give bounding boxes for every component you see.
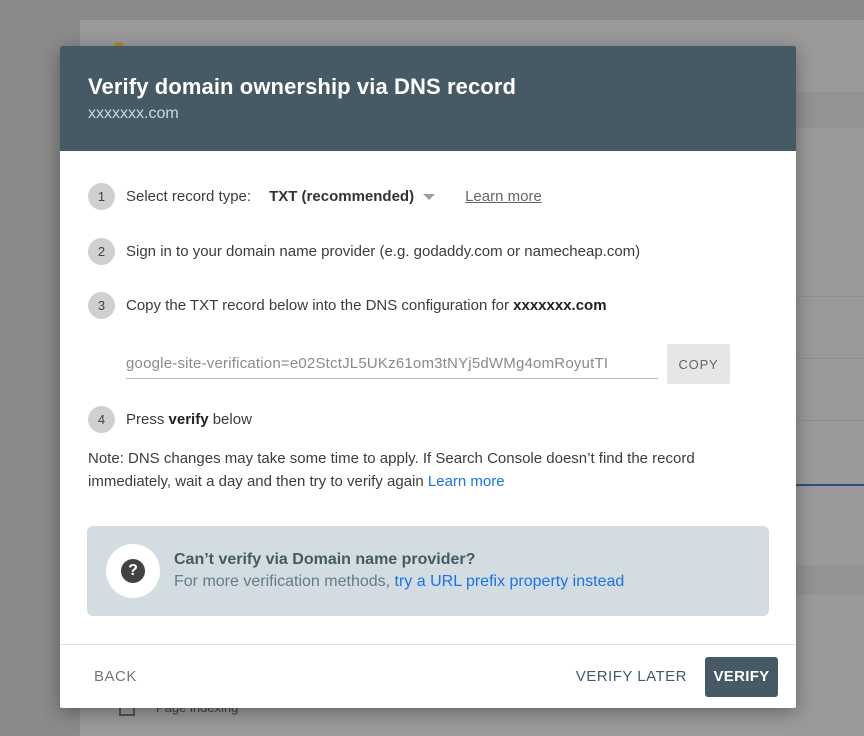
record-type-value: TXT (recommended) — [269, 188, 415, 205]
dropdown-arrow-icon — [423, 193, 436, 200]
note-learn-more-link[interactable]: Learn more — [428, 473, 505, 490]
record-type-select[interactable]: TXT (recommended) — [269, 188, 436, 205]
url-prefix-link[interactable]: try a URL prefix property instead — [395, 573, 625, 590]
step-text: Sign in to your domain name provider (e.… — [126, 243, 641, 260]
step-4: 4 Press verify below — [88, 406, 252, 433]
step-text-suffix: below — [208, 411, 252, 428]
help-icon-container: ? — [106, 544, 160, 598]
back-button[interactable]: BACK — [94, 668, 137, 685]
step-text-prefix: Press — [126, 411, 169, 428]
step-1: 1 Select record type: TXT (recommended) … — [88, 183, 542, 210]
verify-later-button[interactable]: VERIFY LATER — [576, 668, 687, 685]
verify-dns-dialog: Verify domain ownership via DNS record x… — [60, 46, 796, 708]
dialog-footer: BACK VERIFY LATER VERIFY — [60, 644, 796, 708]
dialog-title: Verify domain ownership via DNS record — [88, 74, 517, 99]
domain-name: xxxxxxx.com — [513, 297, 607, 314]
dns-note: Note: DNS changes may take some time to … — [88, 447, 738, 493]
note-text: Note: DNS changes may take some time to … — [88, 450, 695, 490]
verify-button[interactable]: VERIFY — [705, 656, 778, 697]
info-subtext: For more verification methods, try a URL… — [174, 571, 624, 593]
background-divider — [796, 296, 864, 297]
alternative-method-box: ? Can’t verify via Domain name provider?… — [87, 526, 769, 616]
step-2: 2 Sign in to your domain name provider (… — [88, 238, 640, 265]
info-subtext-label: For more verification methods, — [174, 573, 395, 590]
copy-button[interactable]: COPY — [667, 344, 730, 384]
txt-record-field[interactable] — [126, 349, 658, 379]
dialog-header: Verify domain ownership via DNS record x… — [60, 46, 796, 151]
step-number: 2 — [88, 238, 115, 265]
step-text: Copy the TXT record below into the DNS c… — [126, 297, 514, 314]
txt-record-row: COPY — [126, 344, 730, 384]
step-number: 1 — [88, 183, 115, 210]
verify-word: verify — [168, 411, 209, 428]
step-number: 3 — [88, 292, 115, 319]
background-divider — [796, 358, 864, 359]
step-label: Select record type: — [126, 188, 252, 205]
dialog-subtitle: xxxxxxx.com — [88, 105, 179, 122]
info-text: Can’t verify via Domain name provider? F… — [174, 549, 624, 593]
learn-more-link[interactable]: Learn more — [465, 188, 542, 205]
step-3: 3 Copy the TXT record below into the DNS… — [88, 292, 607, 319]
dialog-body: 1 Select record type: TXT (recommended) … — [60, 151, 796, 646]
info-title: Can’t verify via Domain name provider? — [174, 551, 476, 568]
step-number: 4 — [88, 406, 115, 433]
background-accent-line — [796, 484, 864, 486]
background-divider — [796, 420, 864, 421]
help-icon: ? — [121, 559, 145, 583]
